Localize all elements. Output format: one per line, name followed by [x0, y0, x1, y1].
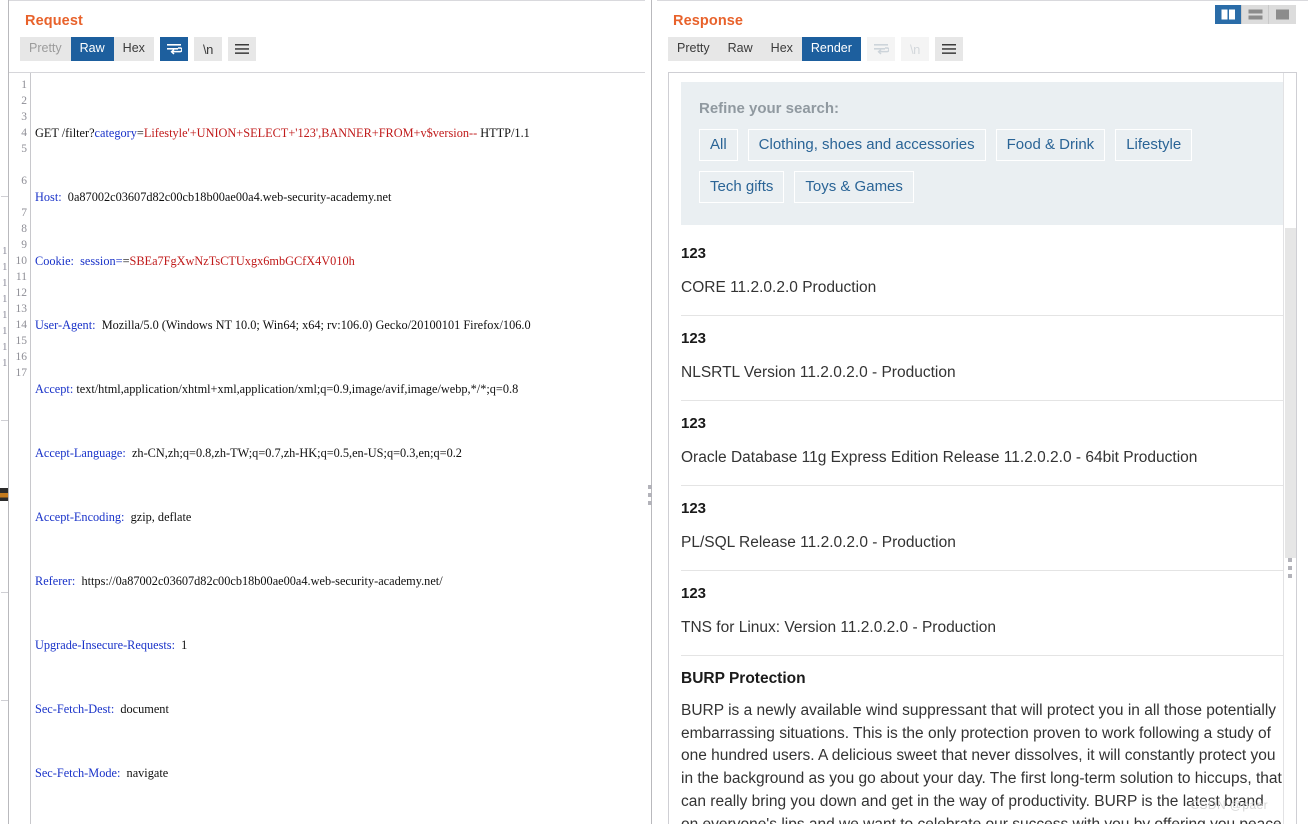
response-newline-toggle-icon: \n: [900, 37, 929, 61]
product-name: 123: [681, 585, 707, 602]
layout-toggle-group: [1215, 5, 1296, 24]
category-chip-lifestyle[interactable]: Lifestyle: [1115, 129, 1193, 161]
article-heading: BURP Protection: [681, 670, 806, 687]
list-item: 123 CORE 11.2.0.2.0 Production: [681, 225, 1284, 316]
response-render-container: Refine your search: All Clothing, shoes …: [668, 72, 1297, 824]
request-raw-text[interactable]: GET /filter?category=Lifestyle'+UNION+SE…: [31, 73, 645, 824]
category-chip-clothing[interactable]: Clothing, shoes and accessories: [747, 129, 986, 161]
refine-search-label: Refine your search:: [699, 100, 840, 117]
refine-search-box: Refine your search: All Clothing, shoes …: [681, 82, 1284, 225]
article-paragraph: BURP is a newly available wind suppressa…: [681, 702, 1282, 824]
layout-stacked-icon[interactable]: [1242, 5, 1269, 24]
product-description: PL/SQL Release 11.2.0.2.0 - Production: [681, 534, 956, 551]
response-tab-render[interactable]: Render: [801, 37, 861, 61]
burp-suite-window: 11111111 Request Pretty Raw Hex \n 1 2 3…: [0, 0, 1308, 824]
request-tab-hex[interactable]: Hex: [113, 37, 154, 61]
article-section: BURP Protection BURP is a newly availabl…: [669, 656, 1296, 824]
product-name: 123: [681, 330, 707, 347]
hamburger-menu-icon[interactable]: [227, 37, 256, 61]
request-line-numbers: 1 2 3 4 5 6 7 8 9 10 11 12 13 14 15 16 1…: [9, 73, 31, 824]
product-name: 123: [681, 245, 707, 262]
request-editor[interactable]: 1 2 3 4 5 6 7 8 9 10 11 12 13 14 15 16 1…: [9, 72, 645, 824]
newline-toggle-icon[interactable]: \n: [193, 37, 222, 61]
product-description: CORE 11.2.0.2.0 Production: [681, 279, 877, 296]
response-panel-title: Response: [673, 13, 744, 29]
adjacent-panel-sliver: 11111111: [0, 0, 9, 824]
category-chip-tech-gifts[interactable]: Tech gifts: [699, 171, 785, 203]
response-scrollbar[interactable]: [1283, 73, 1296, 824]
response-view-mode-group: Pretty Raw Hex Render: [668, 37, 861, 61]
response-scrollbar-thumb[interactable]: [1285, 228, 1296, 558]
product-description: NLSRTL Version 11.2.0.2.0 - Production: [681, 364, 956, 381]
product-list: 123 CORE 11.2.0.2.0 Production 123 NLSRT…: [669, 225, 1296, 656]
request-line-5: Accept: text/html,application/xhtml+xml,…: [35, 382, 519, 396]
sliver-icon: [0, 488, 8, 501]
list-item: 123 PL/SQL Release 11.2.0.2.0 - Producti…: [681, 486, 1284, 571]
request-line-8: Referer: https://0a87002c03607d82c00cb18…: [35, 574, 443, 588]
request-line-9: Upgrade-Insecure-Requests: 1: [35, 638, 188, 652]
sliver-row-numbers: 11111111: [2, 245, 8, 369]
product-description: Oracle Database 11g Express Edition Rele…: [681, 449, 1198, 466]
category-chip-toys-games[interactable]: Toys & Games: [794, 171, 914, 203]
panel-splitter[interactable]: [645, 0, 657, 824]
word-wrap-icon[interactable]: [159, 37, 188, 61]
layout-side-by-side-icon[interactable]: [1215, 5, 1242, 24]
request-panel-title: Request: [25, 13, 83, 29]
response-tab-raw[interactable]: Raw: [718, 37, 762, 61]
request-line-11: Sec-Fetch-Mode: navigate: [35, 766, 169, 780]
list-item: 123 TNS for Linux: Version 11.2.0.2.0 - …: [681, 571, 1284, 656]
list-item: 123 NLSRTL Version 11.2.0.2.0 - Producti…: [681, 316, 1284, 401]
response-tab-pretty[interactable]: Pretty: [668, 37, 719, 61]
response-word-wrap-icon: [866, 37, 895, 61]
category-chip-food-drink[interactable]: Food & Drink: [995, 129, 1106, 161]
request-toolbar: Pretty Raw Hex \n: [9, 29, 645, 61]
request-panel: Request Pretty Raw Hex \n 1 2 3 4 5 6 7 …: [9, 0, 645, 824]
request-tab-pretty[interactable]: Pretty: [20, 37, 71, 61]
product-name: 123: [681, 500, 707, 517]
request-line-4: User-Agent: Mozilla/5.0 (Windows NT 10.0…: [35, 318, 531, 332]
layout-single-pane-icon[interactable]: [1269, 5, 1296, 24]
product-description: TNS for Linux: Version 11.2.0.2.0 - Prod…: [681, 619, 997, 636]
response-scrollbar-grip[interactable]: [1288, 558, 1292, 582]
request-line-3: Cookie: session==SBEa7FgXwNzTsCTUxgx6mbG…: [35, 254, 355, 268]
category-chip-list: All Clothing, shoes and accessories Food…: [699, 129, 1266, 203]
request-line-10: Sec-Fetch-Dest: document: [35, 702, 169, 716]
product-name: 123: [681, 415, 707, 432]
request-line-7: Accept-Encoding: gzip, deflate: [35, 510, 192, 524]
category-chip-all[interactable]: All: [699, 129, 738, 161]
response-hamburger-menu-icon[interactable]: [934, 37, 963, 61]
splitter-grip[interactable]: [648, 485, 653, 509]
list-item: 123 Oracle Database 11g Express Edition …: [681, 401, 1284, 486]
response-panel: Response Pretty Raw Hex Render \n Refine…: [657, 0, 1308, 824]
response-tab-hex[interactable]: Hex: [761, 37, 802, 61]
response-toolbar: Pretty Raw Hex Render \n: [657, 29, 1308, 61]
request-line-2: Host: 0a87002c03607d82c00cb18b00ae00a4.w…: [35, 190, 392, 204]
request-view-mode-group: Pretty Raw Hex: [20, 37, 154, 61]
request-line-6: Accept-Language: zh-CN,zh;q=0.8,zh-TW;q=…: [35, 446, 462, 460]
request-line-1: GET /filter?category=Lifestyle'+UNION+SE…: [35, 126, 530, 140]
rendered-page: Refine your search: All Clothing, shoes …: [669, 73, 1296, 824]
request-tab-raw[interactable]: Raw: [70, 37, 114, 61]
